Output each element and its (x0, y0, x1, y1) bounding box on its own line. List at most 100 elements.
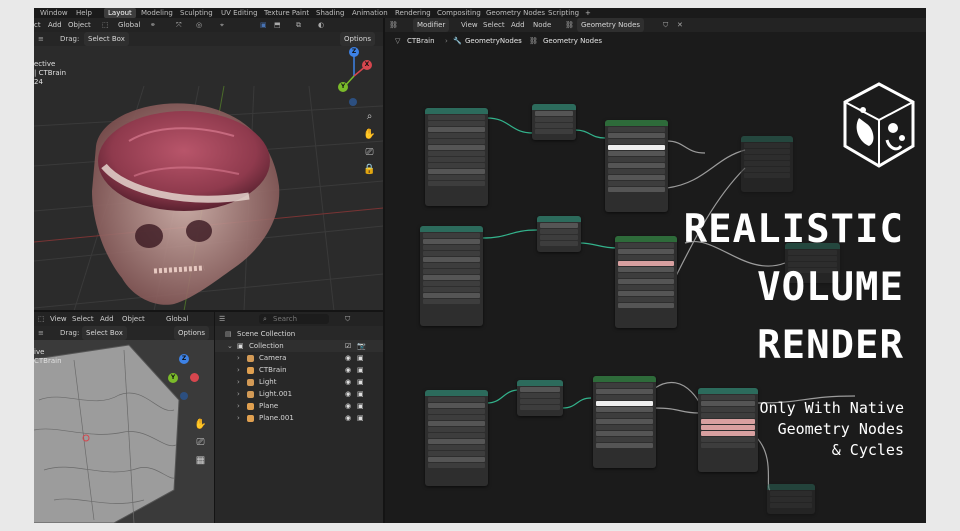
visibility-eye-icon[interactable]: ◉ (345, 388, 351, 400)
tab-uv-editing[interactable]: UV Editing (217, 8, 262, 18)
expand-chevron-icon[interactable]: ⌄ (227, 340, 233, 352)
visibility-eye-icon[interactable]: ◉ (345, 352, 351, 364)
outliner-item[interactable]: › Light.001 ◉ ▣ (215, 388, 383, 400)
link-icon[interactable]: ⚭ (150, 18, 156, 32)
options-dropdown[interactable]: Options (340, 32, 376, 46)
expand-chevron-icon[interactable]: › (237, 388, 240, 400)
area-divider-outliner[interactable] (214, 312, 215, 523)
add-workspace-button[interactable]: + (585, 8, 591, 18)
outliner-item[interactable]: › Camera ◉ ▣ (215, 352, 383, 364)
camera-icon[interactable]: 📷 (357, 340, 366, 352)
node-volume-shader-2[interactable] (615, 236, 677, 328)
view-menu[interactable]: View (50, 312, 67, 326)
render-camera-icon[interactable]: ▣ (357, 352, 364, 364)
tab-rendering[interactable]: Rendering (391, 8, 435, 18)
gizmo-icon[interactable]: ⌖ (220, 18, 224, 32)
tab-geometry-nodes[interactable]: Geometry Nodes (482, 8, 549, 18)
expand-chevron-icon[interactable]: › (237, 376, 240, 388)
node-join-geometry[interactable] (741, 136, 793, 192)
options-dropdown-bottom[interactable]: Options (174, 326, 210, 340)
node-realize-instances[interactable] (767, 484, 815, 514)
tab-layout[interactable]: Layout (104, 8, 136, 18)
add-menu-bottom[interactable]: Add (100, 312, 114, 326)
filter-icon[interactable]: ⛉ (345, 312, 350, 326)
expand-chevron-icon[interactable]: › (237, 412, 240, 424)
menu-window[interactable]: Window (40, 8, 68, 18)
navigation-gizmo[interactable]: Z X Y (332, 46, 382, 108)
tab-animation[interactable]: Animation (348, 8, 392, 18)
hand-pan-icon[interactable]: ✋ (363, 128, 376, 141)
select-menu[interactable]: ct (34, 18, 41, 32)
cursor-icon[interactable]: ⬚ (102, 18, 109, 32)
gizmo-x-icon[interactable]: X (362, 60, 372, 70)
render-camera-icon[interactable]: ▣ (357, 412, 364, 424)
tab-compositing[interactable]: Compositing (433, 8, 485, 18)
gizmo-x-icon-bottom[interactable] (190, 373, 199, 382)
node-mesh-to-volume-2[interactable] (420, 226, 483, 326)
object-menu-bottom[interactable]: Object (122, 312, 145, 326)
3d-viewport-bottom[interactable]: ive CTBrain Z Y ✋ ⎚ ▦ (34, 340, 214, 523)
snap-icon[interactable]: ⤧ (176, 18, 182, 32)
expand-chevron-icon[interactable]: › (237, 400, 240, 412)
gizmo-z-icon[interactable]: Z (349, 47, 359, 57)
outliner-item[interactable]: › Plane ◉ ▣ (215, 400, 383, 412)
outliner-search-input[interactable]: Search (259, 314, 329, 324)
select-tool-icon[interactable]: ▣ (260, 18, 267, 32)
menu-toggle-icon-bottom[interactable]: ≡ (38, 326, 44, 340)
shading-icon[interactable]: ◐ (318, 18, 324, 32)
zoom-icon[interactable]: ⌕ (363, 110, 376, 123)
render-camera-icon[interactable]: ▣ (357, 400, 364, 412)
node-editor[interactable]: ⛓ Modifier View Select Add Node ⛓ Geomet… (385, 18, 926, 523)
orientation-dropdown-bottom[interactable]: Global (166, 312, 188, 326)
grid-icon-bottom[interactable]: ▦ (194, 454, 207, 467)
expand-chevron-icon[interactable]: › (237, 364, 240, 376)
outliner-type-icon[interactable]: ☰ (219, 312, 225, 326)
node-select-frame-1[interactable] (532, 104, 576, 140)
object-menu[interactable]: Object (68, 18, 91, 32)
visibility-eye-icon[interactable]: ◉ (345, 400, 351, 412)
node-volume-shader-1[interactable] (605, 120, 668, 212)
checkbox-icon[interactable]: ☑ (345, 340, 351, 352)
gizmo-z-icon-bottom[interactable]: Z (179, 354, 189, 364)
render-camera-icon[interactable]: ▣ (357, 388, 364, 400)
area-divider-vertical[interactable] (383, 18, 385, 523)
render-camera-icon[interactable]: ▣ (357, 376, 364, 388)
gizmo-y-icon-bottom[interactable]: Y (168, 373, 178, 383)
collection-row[interactable]: ⌄ ▣ Collection ☑ 📷 (215, 340, 383, 352)
menu-help[interactable]: Help (76, 8, 92, 18)
editor-type-icon[interactable]: ⬚ (38, 312, 45, 326)
gizmo-y-icon[interactable]: Y (338, 82, 348, 92)
xray-icon[interactable]: ⧉ (296, 18, 301, 32)
drag-dropdown-bottom[interactable]: Select Box (82, 326, 127, 340)
render-camera-icon[interactable]: ▣ (357, 364, 364, 376)
visibility-eye-icon[interactable]: ◉ (345, 412, 351, 424)
outliner-item[interactable]: › CTBrain ◉ ▣ (215, 364, 383, 376)
node-volume-shader-3[interactable] (593, 376, 656, 468)
camera-view-icon[interactable]: ⎚ (363, 146, 376, 159)
node-mesh-to-volume-3[interactable] (425, 390, 488, 486)
overlay-icon[interactable]: ⬒ (274, 18, 281, 32)
hand-pan-icon-bottom[interactable]: ✋ (194, 418, 207, 431)
menu-toggle-icon[interactable]: ≡ (38, 32, 44, 46)
drag-dropdown[interactable]: Select Box (84, 32, 129, 46)
tab-modeling[interactable]: Modeling (137, 8, 177, 18)
camera-view-icon-bottom[interactable]: ⎚ (194, 436, 207, 449)
tab-shading[interactable]: Shading (312, 8, 348, 18)
node-mesh-to-volume[interactable] (425, 108, 488, 206)
visibility-eye-icon[interactable]: ◉ (345, 376, 351, 388)
expand-chevron-icon[interactable]: › (237, 352, 240, 364)
outliner-item[interactable]: › Light ◉ ▣ (215, 376, 383, 388)
add-menu[interactable]: Add (48, 18, 62, 32)
visibility-eye-icon[interactable]: ◉ (345, 364, 351, 376)
area-divider-horizontal[interactable] (34, 310, 383, 312)
lock-icon[interactable]: 🔒 (363, 163, 376, 176)
tab-sculpting[interactable]: Sculpting (176, 8, 217, 18)
select-menu-bottom[interactable]: Select (72, 312, 94, 326)
proportional-icon[interactable]: ◎ (196, 18, 202, 32)
tab-scripting[interactable]: Scripting (544, 8, 583, 18)
3d-viewport-top[interactable]: ective | CTBrain 24 Z X Y ⌕ ✋ ⎚ 🔒 (34, 46, 383, 311)
node-select-frame-2[interactable] (537, 216, 581, 252)
tab-texture-paint[interactable]: Texture Paint (260, 8, 313, 18)
node-color-ramp[interactable] (698, 388, 758, 472)
gizmo-neg-z-icon[interactable] (349, 98, 357, 106)
